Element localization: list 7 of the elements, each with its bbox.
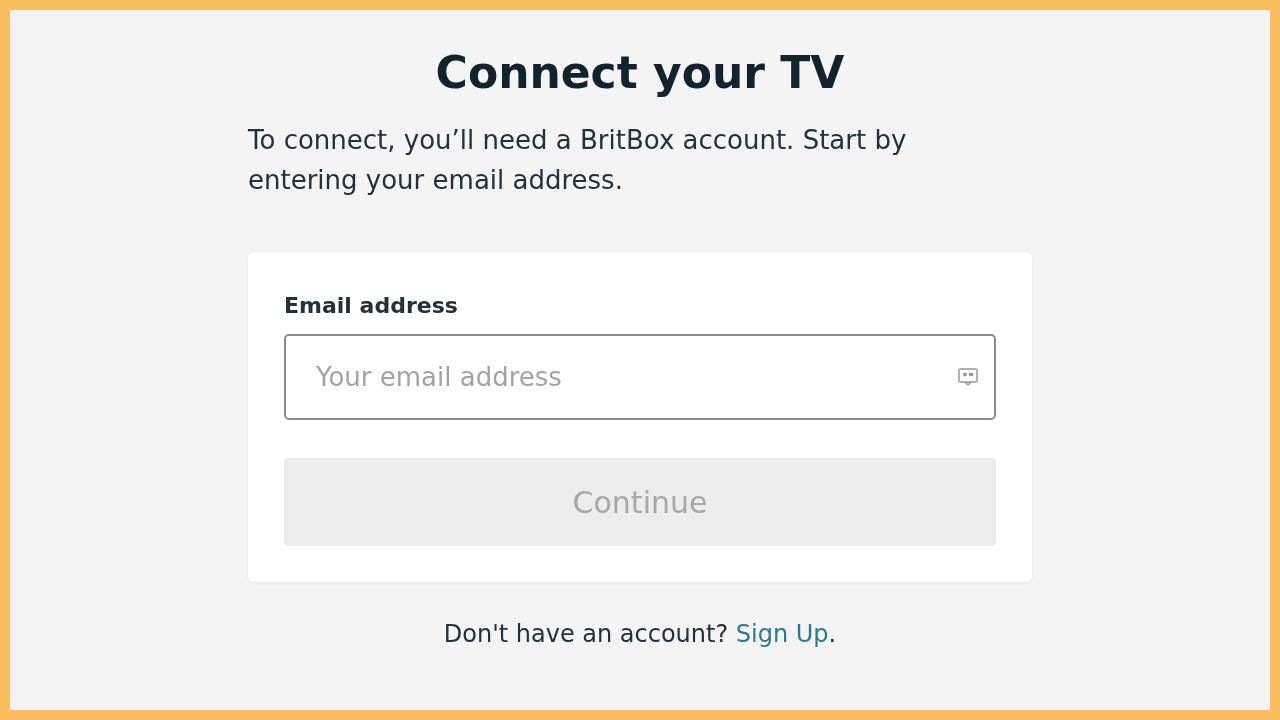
intro-text: To connect, you’ll need a BritBox account. Start by entering your email address. [248, 124, 908, 197]
page-title: Connect your TV [434, 46, 846, 100]
contact-card-icon[interactable] [958, 367, 978, 387]
email-field[interactable]: Your email address [284, 334, 996, 420]
sign-up-link[interactable]: Sign Up [735, 620, 829, 648]
signup-prompt: Don't have an account? Sign Up. [442, 620, 838, 648]
field-label: Email address [284, 292, 459, 320]
